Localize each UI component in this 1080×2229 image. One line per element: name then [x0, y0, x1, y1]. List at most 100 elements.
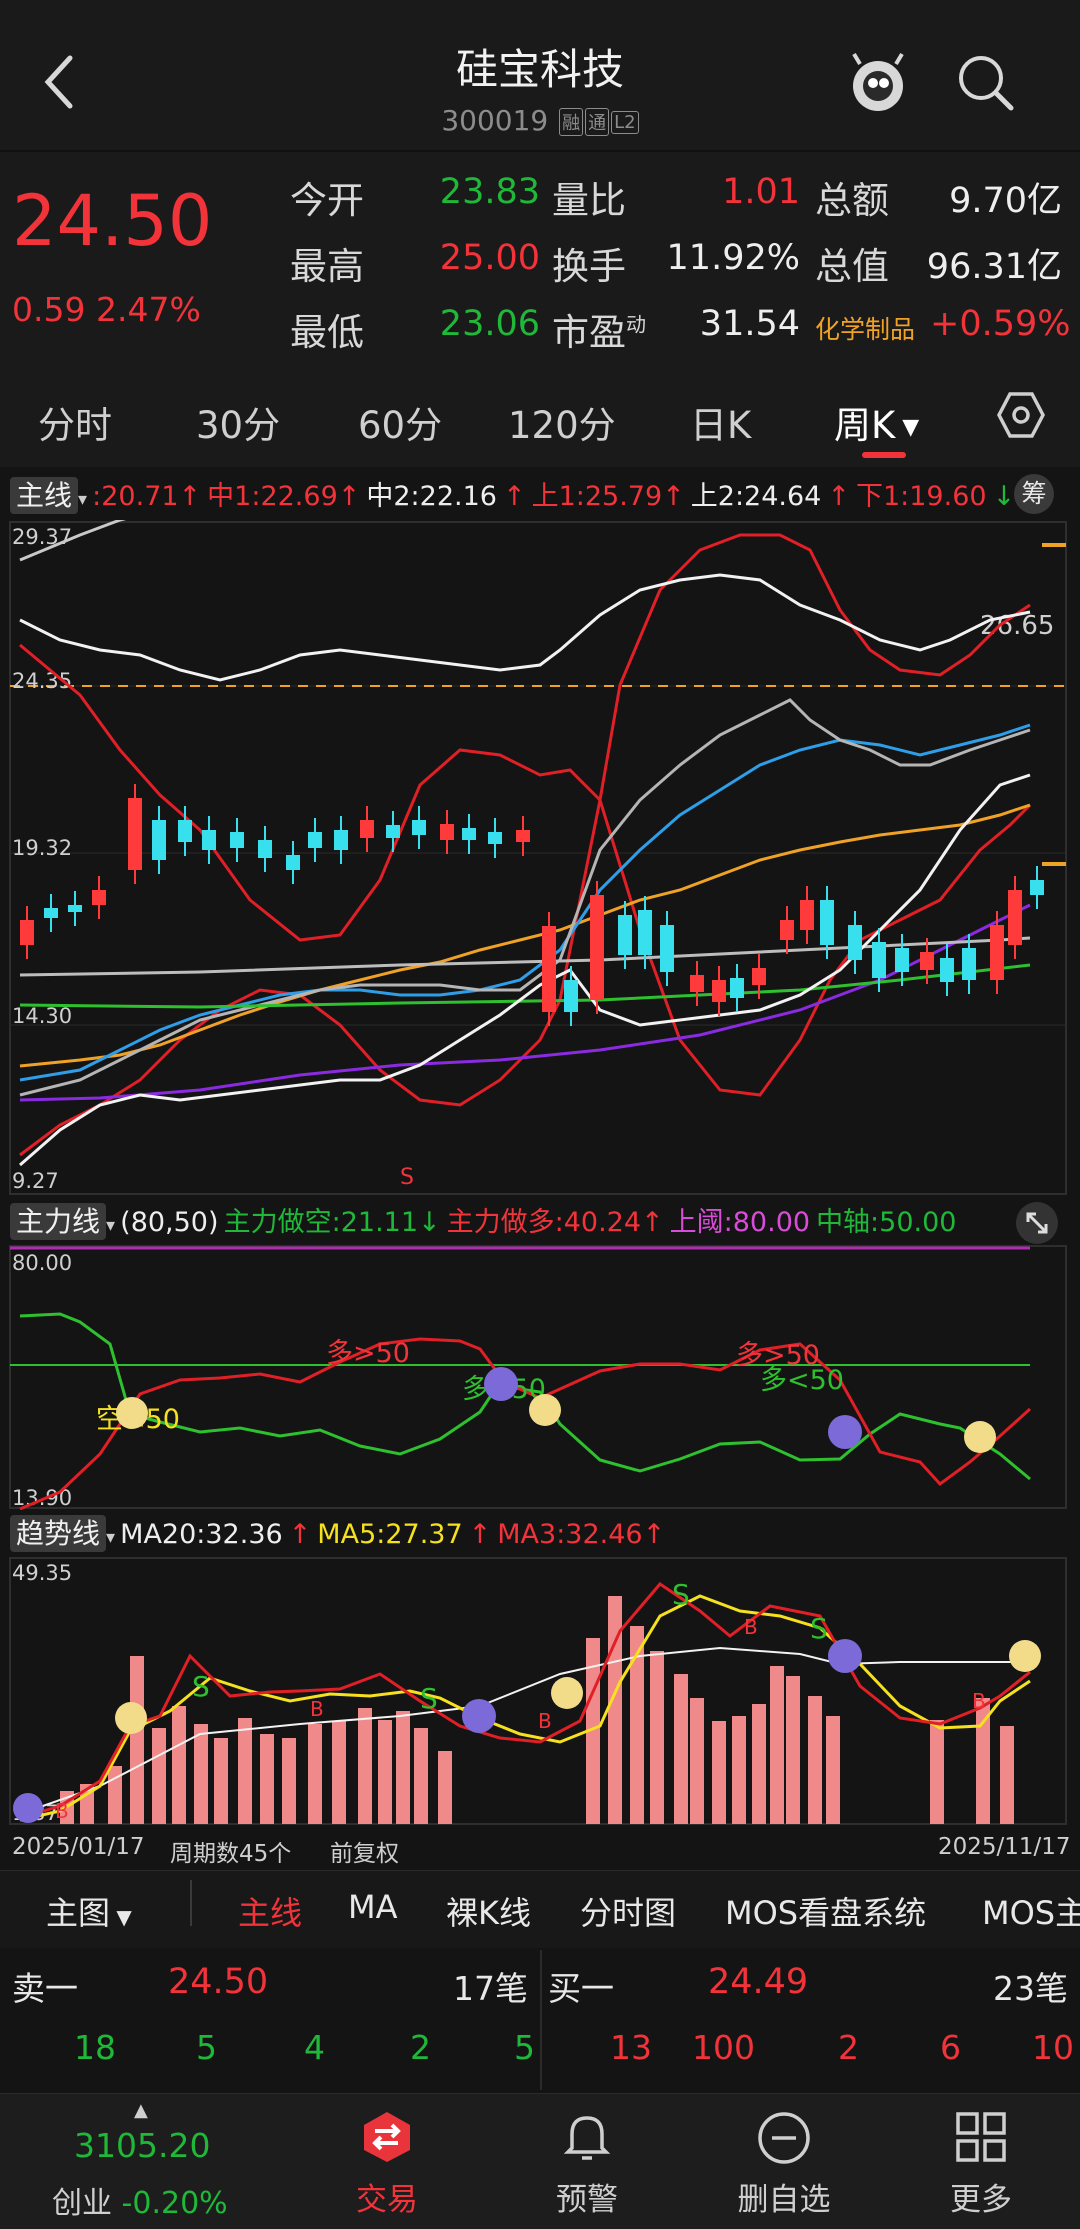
main-chart-menu[interactable]: 主图 ▼ [46, 1888, 132, 1934]
trend-bar [414, 1728, 428, 1824]
adjust-mode[interactable]: 前复权 [330, 1834, 399, 1868]
trend-bar [130, 1656, 144, 1824]
tab-daily[interactable]: 日K [690, 395, 751, 449]
main-legend-item: 中1:22.69↑ [207, 481, 361, 512]
open-value: 23.83 [439, 172, 540, 212]
trend-bar [308, 1724, 322, 1824]
trend-bar [752, 1704, 766, 1824]
candle-body [800, 900, 814, 930]
axis-label-mid3: 14.30 [12, 1004, 72, 1028]
buy-order-5: 10 [1032, 2028, 1074, 2067]
annotation-long-below-2: 多<50 [760, 1365, 844, 1396]
buy-one-label: 买一 [548, 1969, 614, 2008]
tab-weekly[interactable]: 周K ▼ [834, 395, 919, 449]
trend-bar [194, 1724, 208, 1824]
trend-bar [808, 1696, 822, 1824]
candle-body [872, 942, 886, 978]
exchange-icon[interactable] [360, 2110, 414, 2164]
candle-body [286, 855, 300, 870]
toolbar-item-mos-system[interactable]: MOS看盘系统 [725, 1888, 926, 1934]
toolbar-item-mainline[interactable]: 主线 [238, 1888, 302, 1934]
nav-more[interactable]: 更多 [911, 2174, 1051, 2219]
ma5-line [19, 1594, 1031, 1822]
chevron-up-icon[interactable]: ▲ [134, 2100, 148, 2121]
minus-circle-icon[interactable] [756, 2110, 812, 2166]
trend-bar [770, 1666, 784, 1824]
force-indicator-button[interactable]: 主力线 [10, 1203, 107, 1240]
candle-body [962, 948, 976, 980]
emoji-icon [13, 1793, 43, 1823]
bell-icon[interactable] [560, 2110, 614, 2164]
search-icon[interactable] [955, 52, 1017, 114]
kline-chart[interactable]: 29.37 24.35 19.32 14.30 9.27 26.65 S [0, 520, 1080, 1200]
index-value[interactable]: 3105.20 [74, 2126, 210, 2165]
candle-body [1030, 880, 1044, 895]
stock-code: 300019 [441, 104, 549, 137]
candle-body [488, 832, 502, 844]
trend-bar [826, 1716, 840, 1824]
upper-band-line [19, 533, 1031, 1157]
buy-marker: B [538, 1709, 552, 1733]
stock-name: 硅宝科技 [455, 45, 624, 94]
candle-body [618, 915, 632, 955]
moneybag-icon [529, 1394, 561, 1426]
candle-body [386, 825, 400, 838]
tab-30min[interactable]: 30分 [196, 395, 280, 449]
svg-text:49.35: 49.35 [12, 1561, 72, 1585]
ma-blue-line [19, 723, 1031, 1082]
robot-icon[interactable] [848, 50, 908, 116]
main-legend-item: 上2:24.64 [690, 481, 822, 512]
toolbar-item-ma[interactable]: MA [348, 1888, 398, 1926]
nav-alert[interactable]: 预警 [517, 2174, 657, 2219]
force-chart[interactable]: 80.00 13.90 空<50 多>50 多<50 多>50 多<50 [0, 1244, 1080, 1510]
main-legend-item: ↓ [992, 481, 1016, 512]
index-info[interactable]: 创业 -0.20% [52, 2178, 228, 2222]
sell-marker: S [672, 1578, 690, 1611]
nav-trade[interactable]: 交易 [317, 2174, 457, 2219]
last-price: 24.50 [12, 180, 213, 262]
sell-order-2: 5 [196, 2028, 217, 2067]
trend-bar [674, 1674, 688, 1824]
grid-icon[interactable] [954, 2110, 1008, 2164]
tab-intraday[interactable]: 分时 [38, 395, 112, 449]
toolbar-item-mos-main[interactable]: MOS主 [982, 1888, 1080, 1934]
force-legend: 主力线 ▾ (80,50) 主力做空:21.11↓ 主力做多:40.24↑ 上阈:80… [10, 1200, 1070, 1244]
candle-body [308, 832, 322, 848]
candle-body [848, 925, 862, 960]
chevron-down-icon: ▼ [895, 415, 920, 440]
tab-120min[interactable]: 120分 [508, 395, 616, 449]
candle-body [440, 824, 454, 840]
buy-one-count: 23笔 [993, 1969, 1068, 2008]
main-chart-legend: 主线 ▾ :20.71↑ 中1:22.69↑ 中2:22.16 ↑ 上1:25.79↑ 上2… [10, 474, 1070, 518]
chip-button[interactable]: 筹 [1014, 474, 1054, 514]
force-legend-item: 上阈:80.00 [669, 1207, 811, 1238]
buy-order-3: 2 [838, 2028, 859, 2067]
sell-order-3: 4 [304, 2028, 325, 2067]
ma3-line [19, 1582, 1031, 1820]
trend-bar [732, 1716, 746, 1824]
toolbar-item-intraday[interactable]: 分时图 [580, 1888, 676, 1934]
candle-body [334, 830, 348, 850]
toolbar-item-bare-k[interactable]: 裸K线 [446, 1888, 531, 1934]
candle-body [20, 920, 34, 945]
sector-name[interactable]: 化学制品 [815, 310, 915, 346]
tab-60min[interactable]: 60分 [358, 395, 442, 449]
candle-body [690, 975, 704, 992]
candle-body [920, 952, 934, 970]
ma-silver-line [19, 698, 1031, 1097]
trend-bar [152, 1728, 166, 1824]
market-cap-label: 总值 [815, 245, 889, 288]
sell-order-5: 5 [514, 2028, 535, 2067]
chevron-down-icon: ▾ [106, 1527, 116, 1548]
candle-body [178, 820, 192, 842]
sell-one-count: 17笔 [453, 1969, 528, 2008]
main-legend-item: :20.71↑ [92, 481, 202, 512]
settings-hexagon-icon[interactable] [996, 390, 1046, 440]
nav-remove-watchlist[interactable]: 删自选 [714, 2174, 854, 2219]
trend-indicator-button[interactable]: 趋势线 [10, 1515, 107, 1552]
trend-chart[interactable]: 49.35 1.87 B B B B B S S S S [0, 1556, 1080, 1826]
main-indicator-button[interactable]: 主线 [10, 477, 79, 514]
sell-one-price: 24.50 [168, 1962, 269, 2002]
expand-icon[interactable] [1016, 1202, 1058, 1244]
trend-legend-item: ↑ [288, 1519, 312, 1550]
